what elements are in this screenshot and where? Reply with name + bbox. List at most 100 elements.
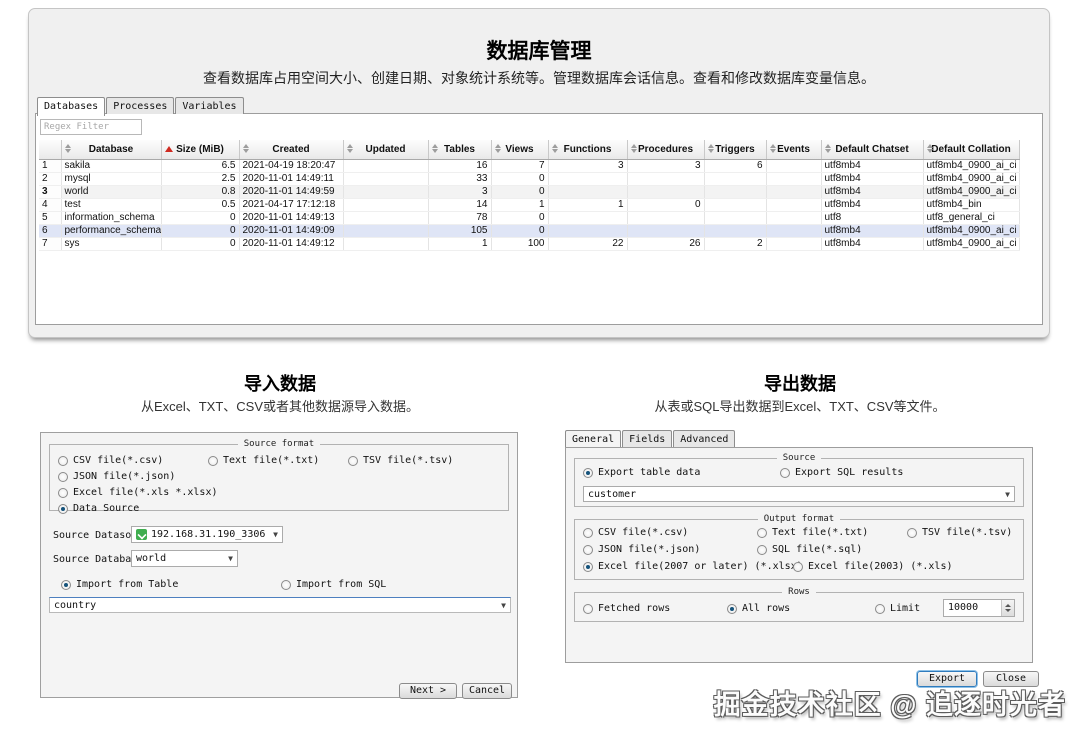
cell-triggers: 2 [704,237,766,250]
sort-asc-icon [165,144,173,152]
table-row[interactable]: 5 information_schema 0 2020-11-01 14:49:… [39,211,1019,224]
radio-label: SQL file(*.sql) [772,544,862,555]
col-tables[interactable]: Tables [428,140,491,159]
table-row[interactable]: 4 test 0.5 2021-04-17 17:12:18 14 1 1 0 … [39,198,1019,211]
table-row[interactable]: 3 world 0.8 2020-11-01 14:49:59 3 0 utf8… [39,185,1019,198]
cell-size: 0 [161,211,239,224]
table-row[interactable]: 1 sakila 6.5 2021-04-19 18:20:47 16 7 3 … [39,159,1019,172]
cell-created: 2020-11-01 14:49:09 [239,224,343,237]
table-row[interactable]: 2 mysql 2.5 2020-11-01 14:49:11 33 0 utf… [39,172,1019,185]
col-procedures[interactable]: Procedures [627,140,704,159]
general-tab-page: Source Export table data Export SQL resu… [565,447,1033,663]
cell-updated [343,237,428,250]
radio-label: Export table data [598,467,700,478]
col-updated[interactable]: Updated [343,140,428,159]
radio-label: JSON file(*.json) [598,544,700,555]
row-number: 6 [39,224,61,237]
cancel-button[interactable]: Cancel [462,683,512,699]
radio-excel-file[interactable]: Excel file(*.xls *.xlsx) [58,487,218,498]
export-title: 导出数据 [565,370,1035,396]
cell-views: 0 [491,211,548,224]
sort-icon [708,144,714,153]
chevron-down-icon: ▼ [273,530,278,539]
cell-views: 0 [491,224,548,237]
radio-circle [780,468,790,478]
table-select[interactable]: country ▼ [49,597,511,613]
cell-tables: 16 [428,159,491,172]
col-triggers[interactable]: Triggers [704,140,766,159]
table-header-row: Database Size (MiB) Created Updated Tabl… [39,140,1019,159]
radio-out-sql[interactable]: SQL file(*.sql) [757,544,862,555]
tab-advanced[interactable]: Advanced [673,430,735,447]
cell-views: 100 [491,237,548,250]
radio-tsv-file[interactable]: TSV file(*.tsv) [348,455,453,466]
regex-filter-input[interactable] [40,119,142,135]
sort-icon [825,144,831,153]
cell-procedures: 0 [627,198,704,211]
row-number: 3 [39,185,61,198]
radio-label: TSV file(*.tsv) [363,455,453,466]
cell-updated [343,211,428,224]
datasource-select[interactable]: 192.168.31.190_3306 ▼ [131,526,283,543]
export-table-select[interactable]: customer ▼ [583,486,1015,502]
table-row-selected[interactable]: 6 performance_schema 0 2020-11-01 14:49:… [39,224,1019,237]
radio-circle [875,604,885,614]
col-created[interactable]: Created [239,140,343,159]
sort-icon [347,144,353,153]
radio-out-json[interactable]: JSON file(*.json) [583,544,700,555]
radio-all-rows[interactable]: All rows [727,603,790,614]
radio-out-tsv[interactable]: TSV file(*.tsv) [907,527,1012,538]
next-button[interactable]: Next > [399,683,457,699]
sort-icon [495,144,501,153]
sort-icon [65,144,71,153]
col-events[interactable]: Events [766,140,821,159]
cell-database: mysql [61,172,161,185]
radio-circle [583,604,593,614]
output-format-legend: Output format [758,514,840,524]
limit-spinner[interactable]: 10000 [943,599,1015,617]
col-views[interactable]: Views [491,140,548,159]
radio-label: Text file(*.txt) [223,455,319,466]
col-default-collation[interactable]: Default Collation [923,140,1019,159]
spinner-arrows-icon[interactable] [1001,600,1014,616]
tab-processes[interactable]: Processes [106,97,174,114]
radio-out-xlsx[interactable]: Excel file(2007 or later) (*.xlsx) [583,561,803,572]
col-default-chatset[interactable]: Default Chatset [821,140,923,159]
radio-import-from-sql[interactable]: Import from SQL [281,579,386,590]
radio-json-file[interactable]: JSON file(*.json) [58,471,175,482]
cell-triggers: 6 [704,159,766,172]
cell-functions [548,185,627,198]
cell-procedures: 3 [627,159,704,172]
tab-fields[interactable]: Fields [622,430,672,447]
radio-out-xls[interactable]: Excel file(2003) (*.xls) [793,561,953,572]
row-number-header [39,140,61,159]
radio-label: Fetched rows [598,603,670,614]
cell-functions: 1 [548,198,627,211]
radio-data-source[interactable]: Data Source [58,503,139,514]
table-row[interactable]: 7 sys 0 2020-11-01 14:49:12 1 100 22 26 … [39,237,1019,250]
radio-export-table-data[interactable]: Export table data [583,467,700,478]
tab-variables[interactable]: Variables [175,97,243,114]
cell-charset: utf8 [821,211,923,224]
tab-databases[interactable]: Databases [37,97,105,116]
col-size[interactable]: Size (MiB) [161,140,239,159]
radio-limit[interactable]: Limit [875,603,920,614]
cell-events [766,237,821,250]
radio-fetched-rows[interactable]: Fetched rows [583,603,670,614]
radio-out-csv[interactable]: CSV file(*.csv) [583,527,688,538]
cell-updated [343,172,428,185]
cell-database: sakila [61,159,161,172]
col-functions[interactable]: Functions [548,140,627,159]
col-label: Size (MiB) [176,144,224,155]
radio-export-sql-results[interactable]: Export SQL results [780,467,903,478]
col-database[interactable]: Database [61,140,161,159]
radio-out-text[interactable]: Text file(*.txt) [757,527,868,538]
radio-import-from-table[interactable]: Import from Table [61,579,178,590]
radio-text-file[interactable]: Text file(*.txt) [208,455,319,466]
cell-updated [343,224,428,237]
cell-triggers [704,211,766,224]
database-select[interactable]: world ▼ [131,550,238,567]
export-subtitle: 从表或SQL导出数据到Excel、TXT、CSV等文件。 [565,396,1035,415]
cell-collation: utf8mb4_bin [923,198,1019,211]
radio-csv-file[interactable]: CSV file(*.csv) [58,455,163,466]
